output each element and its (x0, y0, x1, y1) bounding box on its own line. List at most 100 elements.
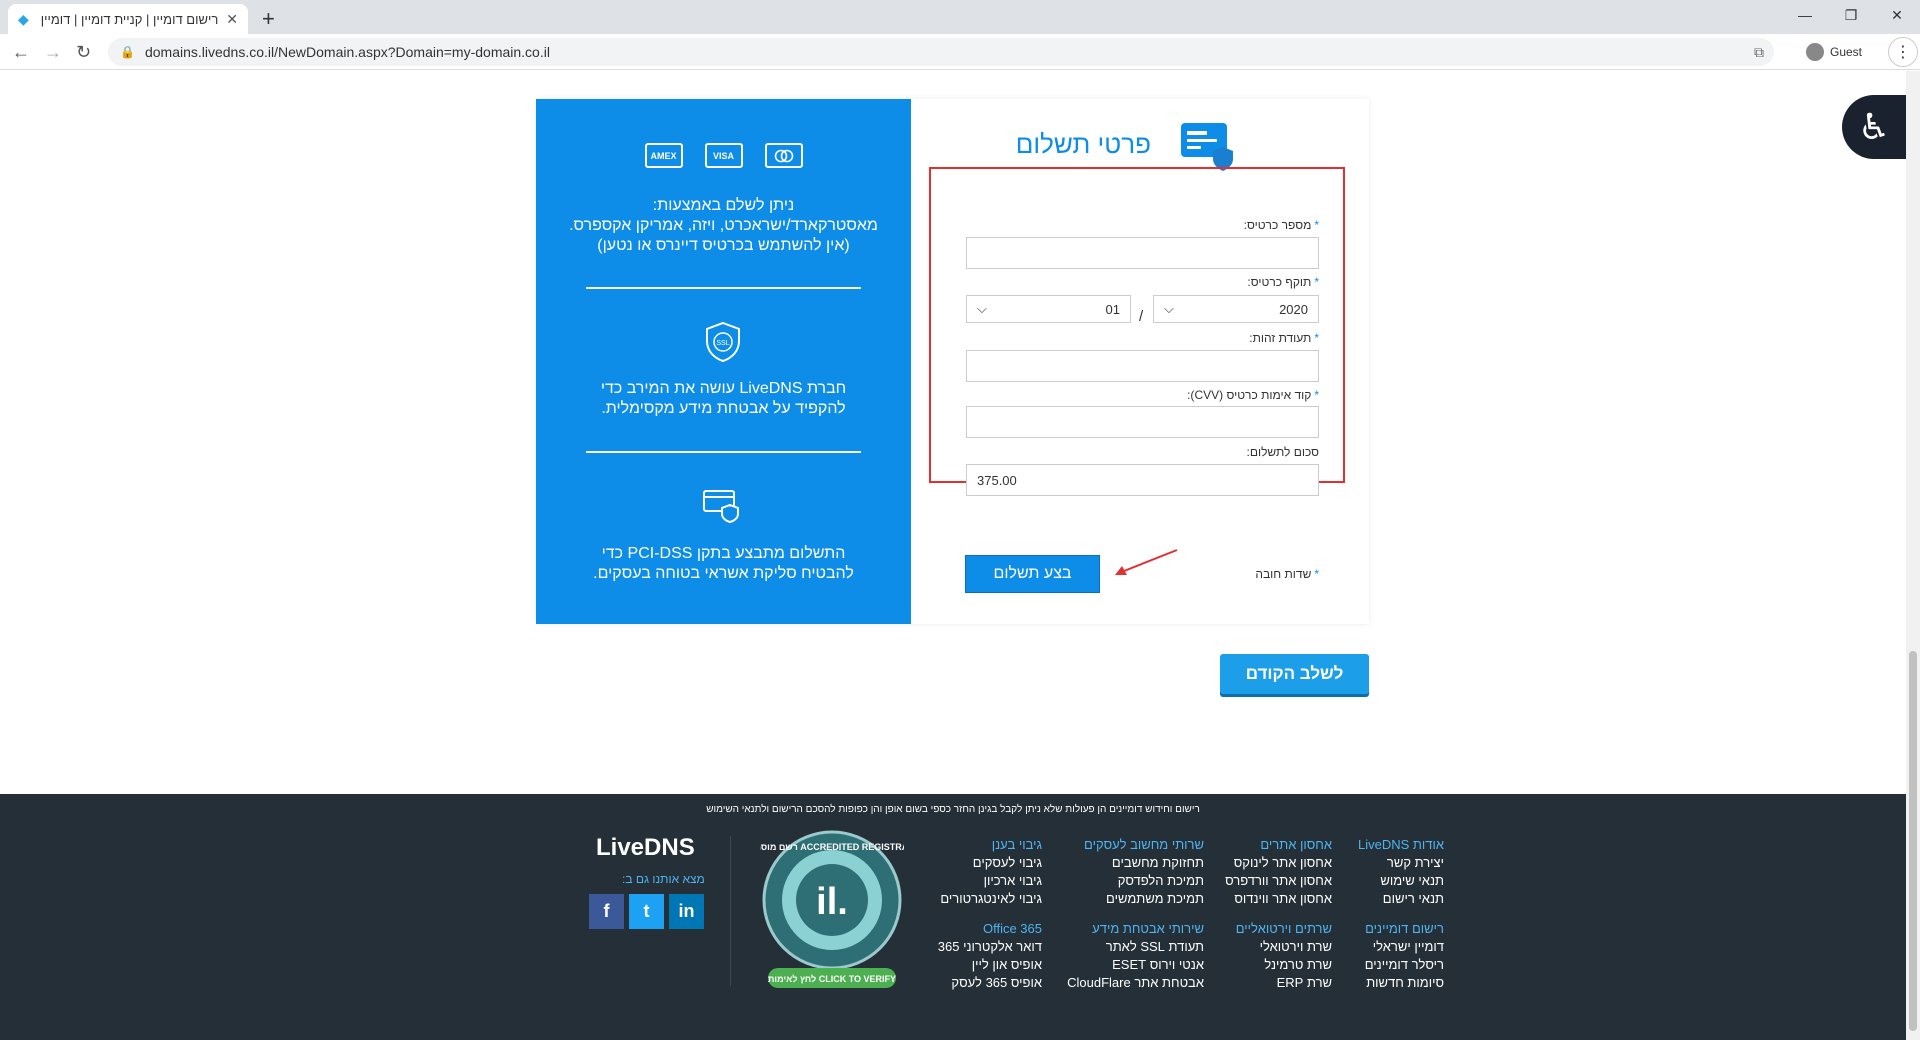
footer-link[interactable]: שרת ERP (1236, 974, 1332, 992)
footer-col-it-services: שרותי מחשוב לעסקים תחזוקת מחשבים תמיכת ה… (1084, 836, 1204, 908)
linkedin-icon[interactable]: in (669, 894, 704, 929)
seal-center-text: .il (816, 881, 848, 923)
ssl-shield-icon: SSL (704, 321, 742, 363)
red-arrow-annotation (1115, 549, 1178, 575)
footer-link[interactable]: גיבוי לעסקים (940, 854, 1042, 872)
footer-link[interactable]: אופיס 365 לעסק (938, 974, 1042, 992)
footer-heading[interactable]: Office 365 (938, 920, 1042, 938)
footer-link[interactable]: אופיס און ליין (938, 956, 1042, 974)
tab-title: רישום דומיין | קניית דומיין | דומיין ישר… (37, 11, 219, 27)
footer-link[interactable]: דומיין ישראלי (1365, 938, 1444, 956)
footer-heading[interactable]: אודות LiveDNS (1358, 836, 1444, 854)
accessibility-icon[interactable]: ♿ (1842, 95, 1906, 159)
payment-card: AMEX VISA ניתן לשלם באמצעות: מאסטרקארד/י… (536, 99, 1369, 624)
forward-arrow-icon[interactable]: → (44, 42, 62, 63)
footer-heading[interactable]: אחסון אתרים (1225, 836, 1332, 854)
footer-link[interactable]: שרת וירטואלי (1236, 938, 1332, 956)
restore-icon[interactable]: ❐ (1828, 0, 1874, 30)
footer-link[interactable]: תחזוקת מחשבים (1084, 854, 1204, 872)
avatar-icon (1806, 43, 1824, 61)
expiry-separator: / (1139, 308, 1144, 325)
form-title: פרטי תשלום (1015, 129, 1151, 159)
footer-col-cloud-backup: גיבוי בענן גיבוי לעסקים גיבוי ארכיון גיב… (940, 836, 1042, 908)
ssl-label: SSL (716, 340, 729, 347)
url-text[interactable]: domains.livedns.co.il/NewDomain.aspx?Dom… (145, 44, 550, 60)
id-label: *תעודת זהות: (1249, 331, 1319, 345)
footer-col-servers: שרתים וירטואליים שרת וירטואלי שרת טרמינל… (1236, 920, 1332, 992)
amount-label: סכום לתשלום: (1246, 445, 1319, 459)
pay-methods-text: ניתן לשלם באמצעות: מאסטרקארד/ישראכרט, וי… (569, 197, 878, 254)
facebook-icon[interactable]: f (589, 894, 624, 929)
expiry-month-select[interactable]: ⌵ 01 (966, 295, 1131, 323)
page-scrollbar[interactable] (1906, 71, 1920, 1040)
footer-col-about: אודות LiveDNS יצירת קשר תנאי שימוש תנאי … (1358, 836, 1444, 908)
amex-icon: AMEX (644, 143, 683, 168)
window-controls: — ❐ ✕ (1782, 0, 1920, 30)
footer-heading[interactable]: שרתים וירטואליים (1236, 920, 1332, 938)
footer-link[interactable]: אחסון אתר וורדפרס (1225, 872, 1332, 890)
reload-icon[interactable]: ↻ (76, 42, 91, 63)
footer-link[interactable]: שרת טרמינל (1236, 956, 1332, 974)
footer-disclaimer: רישום וחידוש דומיינים הן פעולות שלא ניתן… (706, 804, 1200, 815)
seal-bottom-text: CLICK TO VERIFY לחץ לאימות (768, 974, 896, 984)
new-tab-icon[interactable]: + (262, 6, 275, 32)
expiry-year-select[interactable]: ⌵ 2020 (1153, 295, 1319, 323)
scrollbar-thumb[interactable] (1909, 651, 1917, 1031)
footer-heading[interactable]: רישום דומיינים (1365, 920, 1444, 938)
previous-step-button[interactable]: לשלב הקודם (1220, 654, 1369, 694)
footer-col-security: שירותי אבטחת מידע תעודת SSL לאתר אנטי וי… (1067, 920, 1204, 992)
page-content: AMEX VISA ניתן לשלם באמצעות: מאסטרקארד/י… (0, 71, 1906, 1040)
footer-link[interactable]: תעודת SSL לאתר (1067, 938, 1204, 956)
footer-link[interactable]: גיבוי לאינטגרטורים (940, 890, 1042, 908)
chevron-down-icon: ⌵ (977, 301, 987, 316)
secure-card-icon (703, 487, 742, 529)
footer-link[interactable]: אנטי וירוס ESET (1067, 956, 1204, 974)
footer-link[interactable]: יצירת קשר (1358, 854, 1444, 872)
expiry-label: *תוקף כרטיס: (1247, 275, 1319, 289)
address-bar[interactable]: 🔒 domains.livedns.co.il/NewDomain.aspx?D… (108, 38, 1774, 66)
footer-link[interactable]: סיומות חדשות (1365, 974, 1444, 992)
browser-menu-icon[interactable]: ⋮ (1888, 37, 1918, 67)
social-links: f t in (589, 894, 704, 929)
card-logos: AMEX VISA (536, 143, 911, 168)
cvv-label: *קוד אימות כרטיס (CVV): (1187, 388, 1319, 402)
profile-button[interactable]: Guest (1806, 39, 1862, 65)
browser-tab-strip: ✕ רישום דומיין | קניית דומיין | דומיין י… (0, 0, 1920, 34)
isoc-registrar-seal[interactable]: ACCREDITED REGISTRAR רשם מוסמך .il CLICK… (749, 828, 915, 992)
required-note: *שדות חובה (1255, 567, 1319, 581)
id-number-input[interactable] (966, 350, 1319, 382)
divider (586, 287, 861, 289)
footer-heading[interactable]: גיבוי בענן (940, 836, 1042, 854)
ssl-text: חברת LiveDNS עושה את המירב כדי להקפיד על… (600, 380, 847, 417)
lock-icon[interactable]: 🔒 (120, 45, 135, 59)
payment-form: פרטי תשלום *מספר כרטיס: *תוקף כרטיס: ⌵ 2… (911, 99, 1369, 624)
submit-payment-button[interactable]: בצע תשלום (965, 555, 1100, 593)
card-number-label: *מספר כרטיס: (1243, 218, 1319, 232)
find-us-label: מצא אותנו גם ב: (622, 872, 705, 886)
twitter-icon[interactable]: t (629, 894, 664, 929)
back-arrow-icon[interactable]: ← (12, 42, 30, 63)
footer-heading[interactable]: שירותי אבטחת מידע (1067, 920, 1204, 938)
profile-label: Guest (1830, 45, 1863, 59)
footer-heading[interactable]: שרותי מחשוב לעסקים (1084, 836, 1204, 854)
footer-link[interactable]: ריסלר דומיינים (1365, 956, 1444, 974)
footer-link[interactable]: אבטחת אתר CloudFlare (1067, 974, 1204, 992)
close-window-icon[interactable]: ✕ (1874, 0, 1920, 30)
footer-link[interactable]: אחסון אתר ווינדוס (1225, 890, 1332, 908)
browser-toolbar: ← → ↻ 🔒 domains.livedns.co.il/NewDomain.… (0, 34, 1920, 70)
cvv-input[interactable] (966, 406, 1319, 438)
minimize-icon[interactable]: — (1782, 0, 1828, 30)
close-tab-icon[interactable]: ✕ (226, 11, 238, 28)
footer-link[interactable]: תנאי רישום (1358, 890, 1444, 908)
pci-text: התשלום מתבצע בתקן PCI-DSS כדי להבטיח סלי… (593, 545, 854, 582)
translate-icon[interactable]: ⧉ (1754, 44, 1764, 61)
footer-link[interactable]: גיבוי ארכיון (940, 872, 1042, 890)
footer-link[interactable]: תמיכת משתמשים (1084, 890, 1204, 908)
card-number-input[interactable] (966, 237, 1319, 269)
footer-link[interactable]: תנאי שימוש (1358, 872, 1444, 890)
browser-tab[interactable]: ✕ רישום דומיין | קניית דומיין | דומיין י… (8, 4, 248, 34)
livedns-logo[interactable]: LiveDNS (596, 834, 695, 862)
footer-link[interactable]: דואר אלקטרוני 365 (938, 938, 1042, 956)
footer-link[interactable]: תמיכת הלפדסק (1084, 872, 1204, 890)
footer-link[interactable]: אחסון אתר לינוקס (1225, 854, 1332, 872)
